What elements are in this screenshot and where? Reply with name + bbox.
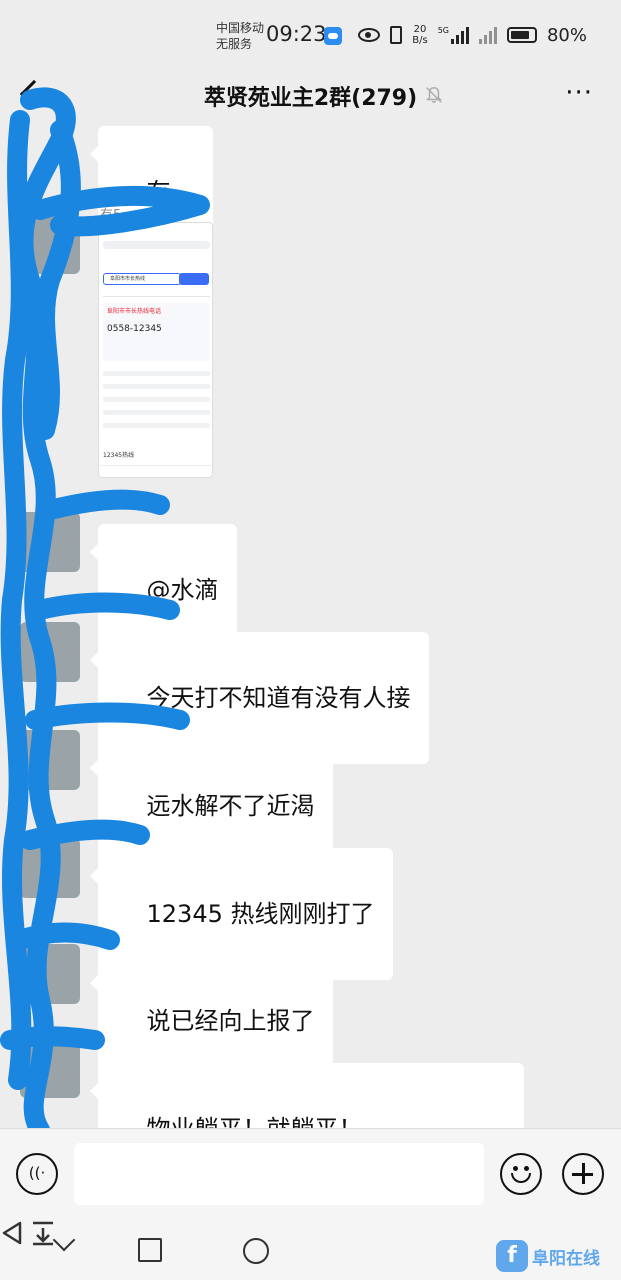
shot-query: 阜阳市市长热线 [103, 273, 181, 285]
avatar[interactable] [20, 1038, 80, 1098]
signal-5g-icon: 5G [438, 26, 469, 44]
message-input[interactable] [74, 1143, 484, 1205]
shot-card-title: 阜阳市市长热线电话 [107, 308, 162, 315]
watermark-text: 阜阳在线 [532, 1248, 600, 1269]
square-icon[interactable] [138, 1238, 162, 1262]
voice-icon[interactable]: ((· [16, 1153, 58, 1195]
sender-name: 有5 [100, 208, 122, 223]
vibrate-icon [390, 26, 403, 44]
watermark-logo: f [496, 1240, 528, 1272]
battery-fill [510, 31, 529, 39]
shot-phone: 0558-12345 [107, 324, 162, 334]
net-speed: 20 B/s [412, 24, 427, 46]
shot-nav-bar [99, 465, 212, 477]
shot-result-card: 阜阳市市长热线电话 0558-12345 [103, 303, 210, 361]
chevron-down-icon[interactable] [52, 1228, 76, 1252]
emoji-icon[interactable] [500, 1153, 542, 1195]
carrier-name: 中国移动 [216, 21, 265, 35]
message-text: 远水解不了近渴 [146, 792, 315, 820]
message-list[interactable]: 有。 有5 阜阳市市长热线 阜阳市市长热线电话 0558-12345 12345… [0, 122, 621, 1128]
status-icons: 20 B/s 5G 80% [358, 24, 587, 46]
watermark: f 阜阳在线 [496, 1240, 600, 1272]
avatar[interactable] [20, 730, 80, 790]
shot-bottom-text: 12345热线 [103, 452, 135, 459]
message-text: 说已经向上报了 [146, 1007, 315, 1035]
shot-tabs [103, 291, 210, 297]
eye-comfort-icon [358, 28, 381, 42]
circle-icon[interactable] [243, 1238, 269, 1264]
bell-off-icon [425, 87, 443, 103]
net-speed-unit: B/s [412, 35, 428, 46]
message-text: 今天打不知道有没有人接 [146, 684, 411, 712]
carrier-info: 中国移动 无服务 [216, 20, 264, 52]
avatar[interactable] [20, 512, 80, 572]
status-bar: 中国移动 无服务 09:23 20 B/s 5G 80% [0, 0, 621, 70]
battery-icon [506, 27, 537, 43]
chat-header: 萃贤苑业主2群(279) ··· [0, 70, 621, 122]
avatar[interactable] [20, 944, 80, 1004]
image-message[interactable]: 阜阳市市长热线 阜阳市市长热线电话 0558-12345 12345热线 [98, 222, 213, 478]
chat-title: 萃贤苑业主2群(279) [203, 86, 418, 111]
more-dots-icon[interactable]: ··· [565, 78, 593, 108]
shot-search-button [179, 273, 209, 285]
carrier-service: 无服务 [216, 37, 253, 51]
shot-search-bar [103, 241, 210, 249]
plus-icon[interactable] [562, 1153, 604, 1195]
input-bar: ((· [0, 1128, 621, 1220]
message-text: 有。 [146, 178, 195, 206]
pull-down-icon[interactable] [31, 1220, 55, 1246]
battery-percent: 80% [546, 24, 587, 46]
avatar[interactable] [20, 214, 80, 274]
message-text: 物业躺平！就躺平！ 任你怎么说不理睬，就是不理睬 [116, 1115, 452, 1128]
message-bubble[interactable]: 物业躺平！就躺平！ 任你怎么说不理睬，就是不理睬 [90, 1063, 524, 1128]
signal-label: 5G [437, 26, 449, 35]
signal-no-service-icon [478, 26, 497, 44]
message-text: 12345 热线刚刚打了 [146, 900, 375, 928]
shot-related-list [103, 371, 210, 436]
clock: 09:23 [266, 22, 327, 46]
triangle-back-icon[interactable] [0, 1220, 26, 1246]
net-speed-value: 20 [413, 24, 427, 35]
weather-app-icon [324, 27, 342, 45]
avatar[interactable] [20, 622, 80, 682]
message-text: @水滴 [146, 576, 219, 604]
avatar[interactable] [20, 838, 80, 898]
